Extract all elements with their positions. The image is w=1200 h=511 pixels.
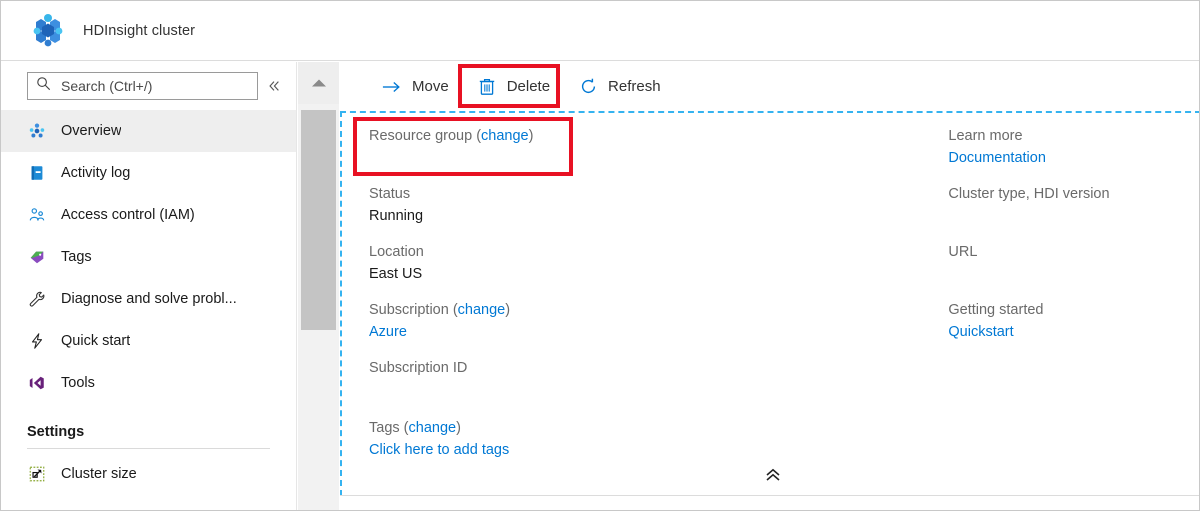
trash-icon <box>477 77 497 97</box>
cluster-type-label: Cluster type, HDI version <box>948 183 1200 205</box>
scroll-up-arrow-icon[interactable] <box>298 62 339 104</box>
delete-button[interactable]: Delete <box>463 67 564 107</box>
overview-icon <box>27 121 47 141</box>
subscription-id-value <box>369 379 801 401</box>
resource-group-field: Resource group (change) <box>369 125 801 169</box>
activity-log-icon <box>27 163 47 183</box>
tags-label-text: Tags <box>369 420 400 436</box>
sidebar-item-diagnose-and-solve-problems[interactable]: Diagnose and solve probl... <box>1 278 296 320</box>
subscription-label: Subscription (change) <box>369 299 801 321</box>
subscription-field: Subscription (change) Azure <box>369 299 801 343</box>
sidebar-section-divider <box>27 448 270 449</box>
documentation-link[interactable]: Documentation <box>948 150 1046 166</box>
getting-started-field: Getting started Quickstart <box>948 299 1200 343</box>
location-value: East US <box>369 263 801 285</box>
content-bottom-divider <box>340 495 1199 496</box>
search-input[interactable]: Search (Ctrl+/) <box>27 72 258 100</box>
sidebar-item-label: Tools <box>61 375 95 391</box>
double-chevron-up-icon <box>764 468 782 485</box>
sidebar-item-tools[interactable]: Tools <box>1 362 296 404</box>
search-icon <box>36 76 51 96</box>
tags-icon <box>27 247 47 267</box>
hdinsight-cluster-icon <box>27 10 69 52</box>
overview-essentials-panel: Resource group (change) Status Running L… <box>340 111 1200 496</box>
page-title: HDInsight cluster <box>83 23 195 39</box>
blade-title-bar: HDInsight cluster <box>1 1 1199 61</box>
subscription-value: Azure <box>369 321 801 343</box>
url-field: URL <box>948 241 1200 285</box>
sidebar-item-label: Tags <box>61 249 92 265</box>
location-label: Location <box>369 241 801 263</box>
sidebar-item-quick-start[interactable]: Quick start <box>1 320 296 362</box>
sidebar-item-activity-log[interactable]: Activity log <box>1 152 296 194</box>
resource-group-label: Resource group (change) <box>369 125 801 147</box>
tags-value: Click here to add tags <box>369 439 801 461</box>
quickstart-link[interactable]: Quickstart <box>948 324 1013 340</box>
location-field: Location East US <box>369 241 801 285</box>
sidebar-item-overview[interactable]: Overview <box>1 110 296 152</box>
cluster-type-value <box>948 205 1200 227</box>
tags-field: Tags (change) Click here to add tags <box>369 417 801 461</box>
essentials-right-column: Learn more Documentation Cluster type, H… <box>801 113 1200 496</box>
resource-group-label-text: Resource group <box>369 128 472 144</box>
subscription-value-link[interactable]: Azure <box>369 324 407 340</box>
blade-sidebar: Search (Ctrl+/) <box>1 62 297 510</box>
subscription-id-field: Subscription ID <box>369 357 801 401</box>
subscription-change-link[interactable]: change <box>458 302 506 318</box>
refresh-button-label: Refresh <box>608 78 661 95</box>
status-field: Status Running <box>369 183 801 227</box>
essentials-collapse-toggle[interactable] <box>342 468 1200 485</box>
sidebar-item-label: Access control (IAM) <box>61 207 195 223</box>
cluster-type-field: Cluster type, HDI version <box>948 183 1200 227</box>
tags-change-link[interactable]: change <box>409 420 457 436</box>
getting-started-label: Getting started <box>948 299 1200 321</box>
refresh-icon <box>578 77 598 97</box>
subscription-id-label: Subscription ID <box>369 357 801 379</box>
sidebar-scrollbar[interactable] <box>298 62 339 510</box>
learn-more-field: Learn more Documentation <box>948 125 1200 169</box>
tools-icon <box>27 373 47 393</box>
getting-started-value: Quickstart <box>948 321 1200 343</box>
learn-more-value: Documentation <box>948 147 1200 169</box>
status-value: Running <box>369 205 801 227</box>
cluster-size-icon <box>27 464 47 484</box>
sidebar-item-tags[interactable]: Tags <box>1 236 296 278</box>
access-control-icon <box>27 205 47 225</box>
lightning-bolt-icon <box>27 331 47 351</box>
arrow-right-icon <box>382 77 402 97</box>
sidebar-search-row: Search (Ctrl+/) <box>1 62 296 110</box>
move-button[interactable]: Move <box>368 67 463 107</box>
subscription-label-text: Subscription <box>369 302 449 318</box>
sidebar-nav-list: Overview Activity log <box>1 110 296 495</box>
double-chevron-left-icon[interactable] <box>260 72 288 100</box>
delete-button-label: Delete <box>507 78 550 95</box>
url-label: URL <box>948 241 1200 263</box>
sidebar-section-settings: Settings <box>1 404 296 444</box>
sidebar-item-label: Overview <box>61 123 121 139</box>
sidebar-item-cluster-size[interactable]: Cluster size <box>1 453 296 495</box>
sidebar-item-label: Activity log <box>61 165 130 181</box>
move-button-label: Move <box>412 78 449 95</box>
sidebar-scrollbar-thumb[interactable] <box>301 110 336 330</box>
sidebar-item-label: Quick start <box>61 333 130 349</box>
command-toolbar: Move Delete Re <box>340 62 1199 111</box>
resource-group-value <box>369 147 801 169</box>
tags-label: Tags (change) <box>369 417 801 439</box>
wrench-icon <box>27 289 47 309</box>
sidebar-item-label: Diagnose and solve probl... <box>61 291 237 307</box>
search-placeholder: Search (Ctrl+/) <box>61 78 152 94</box>
resource-group-change-link[interactable]: change <box>481 128 529 144</box>
status-label: Status <box>369 183 801 205</box>
url-value <box>948 263 1200 285</box>
refresh-button[interactable]: Refresh <box>564 67 675 107</box>
sidebar-item-label: Cluster size <box>61 466 137 482</box>
essentials-left-column: Resource group (change) Status Running L… <box>342 113 801 496</box>
sidebar-item-access-control[interactable]: Access control (IAM) <box>1 194 296 236</box>
learn-more-label: Learn more <box>948 125 1200 147</box>
add-tags-link[interactable]: Click here to add tags <box>369 442 509 458</box>
azure-portal-blade: HDInsight cluster Search (Ctrl+/) <box>0 0 1200 511</box>
